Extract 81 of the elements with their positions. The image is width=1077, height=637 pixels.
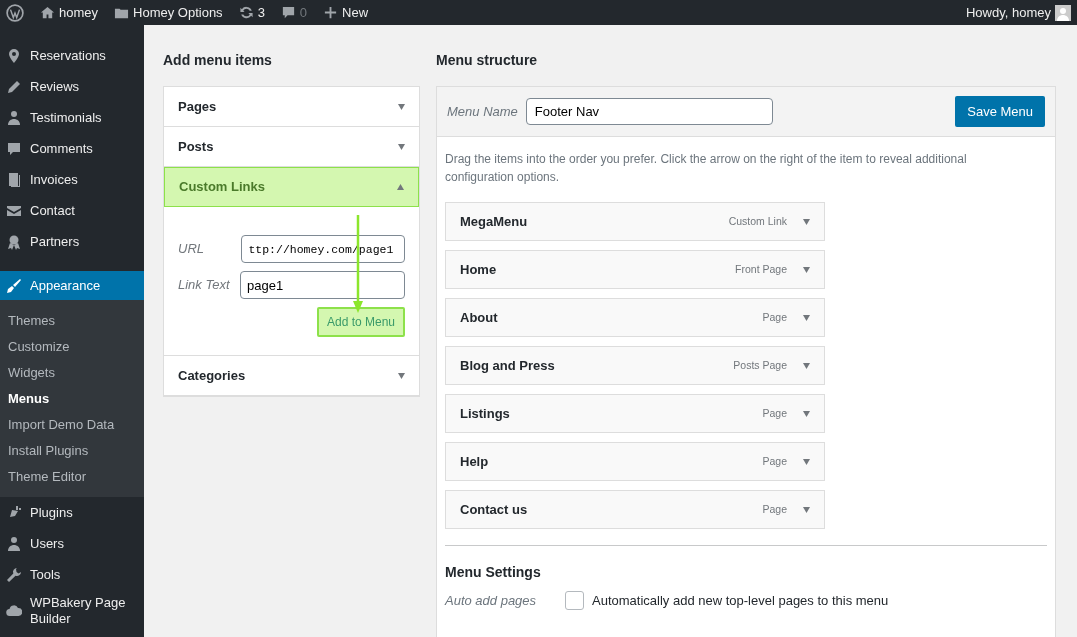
sidebar-item[interactable]: Invoices: [0, 164, 144, 195]
item-type-label: Custom Link: [728, 213, 787, 229]
field-label: Link Text: [178, 276, 231, 295]
sidebar-item[interactable]: Tools: [0, 559, 144, 590]
sidebar-item[interactable]: Reservations: [0, 40, 144, 71]
expand-arrow-icon[interactable]: [803, 314, 810, 321]
speech-bubble-icon: [6, 140, 22, 157]
expand-arrow-icon[interactable]: [803, 410, 810, 417]
expand-arrow-icon[interactable]: [803, 362, 810, 369]
submenu-item[interactable]: Install Plugins: [0, 438, 144, 464]
person-icon: [6, 535, 22, 552]
admin-bar-link[interactable]: New: [323, 2, 369, 23]
menu-item[interactable]: Contact us Page: [445, 490, 825, 529]
menu-item[interactable]: About Page: [445, 298, 825, 337]
avatar-icon[interactable]: [1055, 4, 1071, 21]
sidebar-item[interactable]: Reviews: [0, 71, 144, 102]
submenu-item[interactable]: Menus: [0, 386, 144, 412]
instructions-text: Drag the items into the order you prefer. Click the arrow on the right of the item to reveal additional configuration options.: [445, 151, 968, 186]
section-heading: Add menu items: [163, 51, 273, 70]
expand-arrow-icon: [398, 143, 405, 150]
item-type-label: Posts Page: [733, 357, 787, 373]
sidebar-item[interactable]: WPBakery Page Builder: [0, 590, 144, 632]
sidebar-item[interactable]: Partners: [0, 226, 144, 257]
submenu-item[interactable]: Import Demo Data: [0, 412, 144, 438]
expand-arrow-icon[interactable]: [803, 266, 810, 273]
settings-heading: Menu Settings: [445, 563, 542, 582]
field-label: URL: [178, 240, 205, 259]
expand-arrow-icon[interactable]: [803, 506, 810, 513]
sidebar-item[interactable]: Users: [0, 528, 144, 559]
wrench-icon: [6, 566, 22, 583]
paintbrush-icon: [6, 277, 22, 294]
expand-arrow-icon[interactable]: [803, 218, 810, 225]
account-greeting[interactable]: Howdy, homey: [966, 2, 1051, 23]
submenu-item[interactable]: Widgets: [0, 360, 144, 386]
menu-item[interactable]: Home Front Page: [445, 250, 825, 289]
item-type-label: Page: [762, 309, 787, 325]
admin-bar-link[interactable]: homey: [40, 2, 99, 23]
checkbox-label: Automatically add new top-level pages to this menu: [592, 592, 889, 610]
item-type-label: Page: [762, 405, 787, 421]
collapse-arrow-icon: [397, 184, 404, 190]
expand-arrow-icon[interactable]: [803, 458, 810, 465]
sidebar-item[interactable]: Comments: [0, 133, 144, 164]
refresh-icon: [238, 5, 254, 20]
expand-arrow-icon: [398, 372, 405, 379]
submenu-item[interactable]: Themes: [0, 308, 144, 334]
sidebar-item[interactable]: Appearance: [0, 271, 144, 300]
submenu-item[interactable]: Customize: [0, 334, 144, 360]
pencil-icon: [6, 78, 22, 95]
menu-item[interactable]: Help Page: [445, 442, 825, 481]
home-icon: [40, 5, 55, 20]
cloud-icon: [6, 603, 22, 619]
sidebar-item[interactable]: Plugins: [0, 497, 144, 528]
menu-item[interactable]: Blog and Press Posts Page: [445, 346, 825, 385]
item-type-label: Front Page: [735, 261, 787, 277]
wordpress-logo-icon[interactable]: [6, 3, 24, 22]
map-pin-icon: [6, 47, 22, 64]
accordion-header[interactable]: Pages: [164, 87, 419, 127]
menu-name-field[interactable]: Footer Nav: [525, 98, 773, 125]
award-ribbon-icon: [6, 233, 22, 250]
accordion-header[interactable]: Custom Links: [164, 167, 419, 207]
expand-arrow-icon: [398, 103, 405, 110]
accordion-header[interactable]: Categories: [164, 356, 419, 396]
speech-bubble-icon: [280, 5, 296, 20]
item-type-label: Page: [762, 453, 787, 469]
section-heading: Menu structure: [436, 51, 539, 70]
submenu-item[interactable]: Theme Editor: [0, 464, 144, 490]
field-label: Auto add pages: [445, 592, 538, 610]
person-icon: [6, 109, 22, 126]
save-menu-button[interactable]: Save Menu: [955, 95, 1045, 128]
field-label: Menu Name: [447, 102, 518, 121]
plus-icon: [323, 5, 339, 20]
input-field[interactable]: page1: [240, 271, 405, 299]
sidebar-item[interactable]: Contact: [0, 195, 144, 226]
admin-bar-link[interactable]: 3: [238, 2, 265, 23]
menu-item[interactable]: MegaMenu Custom Link: [445, 202, 825, 241]
book-icon: [6, 171, 22, 188]
sidebar-item[interactable]: Testimonials: [0, 102, 144, 133]
item-type-label: Page: [762, 501, 787, 517]
menu-item[interactable]: Listings Page: [445, 394, 825, 433]
checkbox[interactable]: [565, 591, 584, 611]
admin-bar-link[interactable]: Homey Options: [114, 2, 223, 23]
